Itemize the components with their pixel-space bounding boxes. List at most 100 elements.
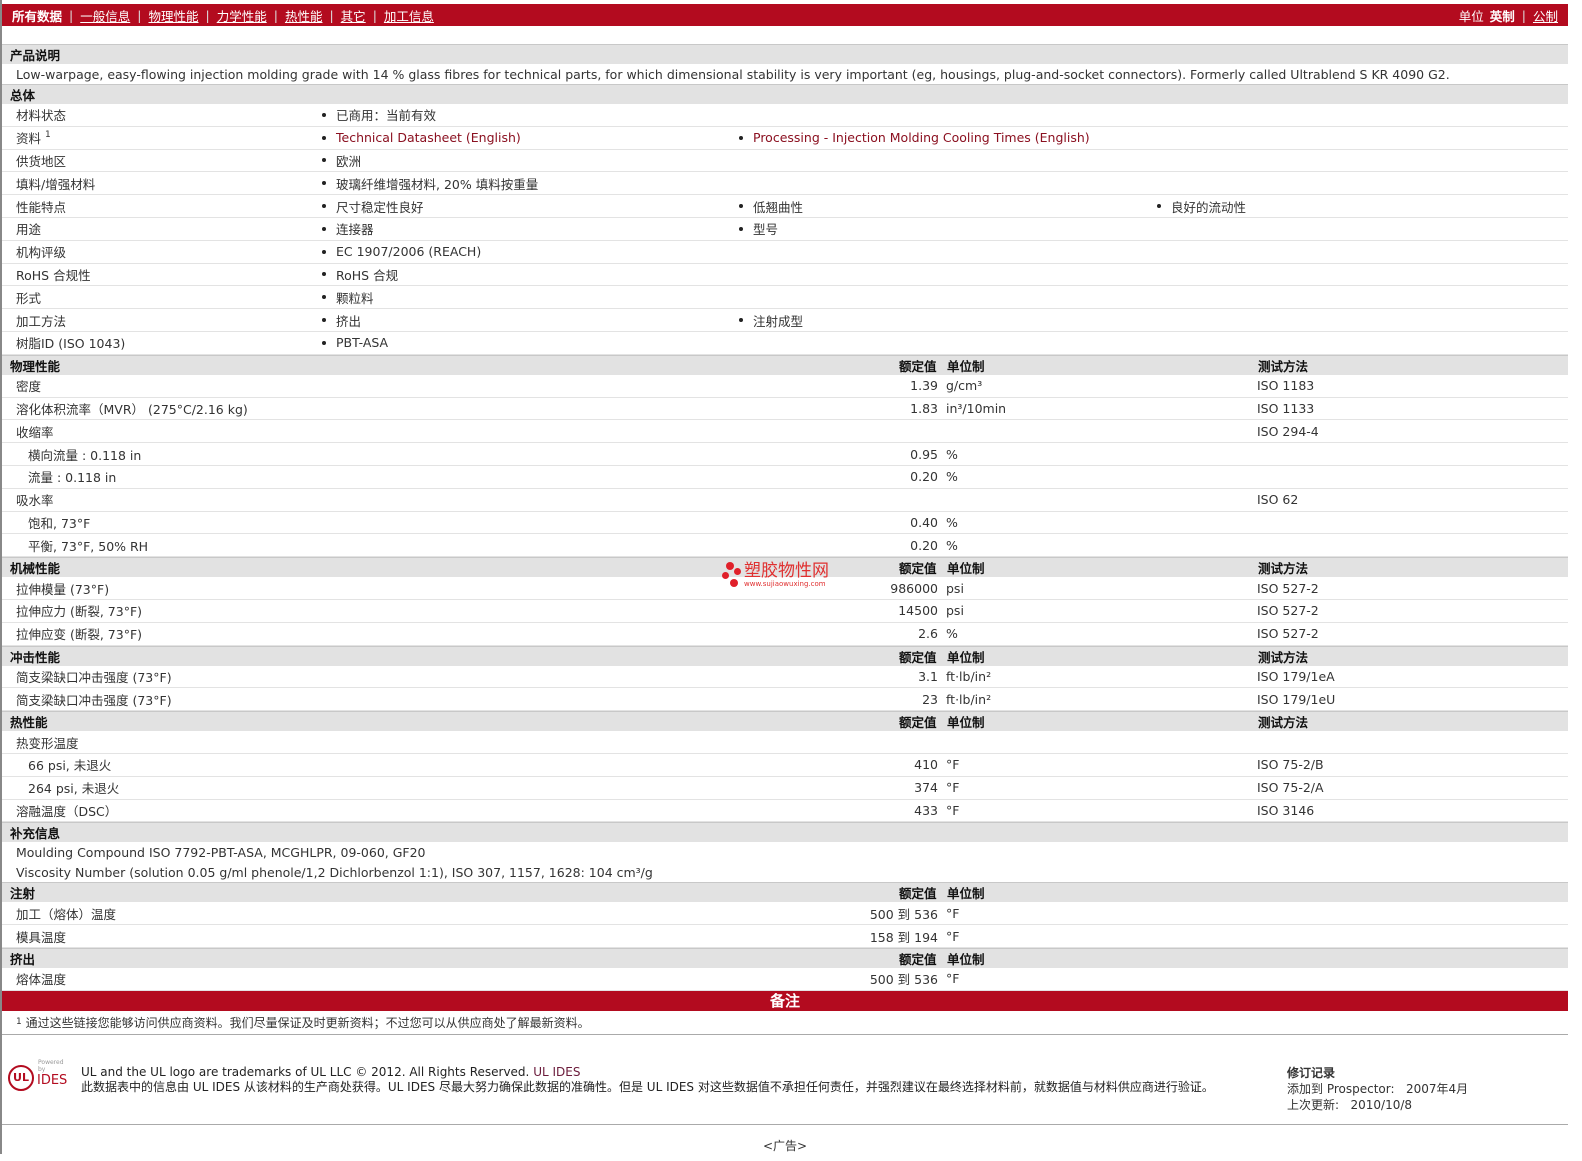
column-header: 额定值 xyxy=(899,358,937,374)
property-label: 加工方法 xyxy=(16,311,66,330)
property-unit: ft·lb/in² xyxy=(946,668,992,684)
datasheet: 所有数据 | 一般信息 | 物理性能 | 力学性能 | 热性能 | 其它 | 加工信息 单位 英制 | 公制 产… xyxy=(0,0,1568,1154)
section-header: 机械性能 额定值 单位制 测试方法 xyxy=(2,557,1568,578)
column-header: 测试方法 xyxy=(1258,561,1309,577)
test-method: ISO 62 xyxy=(1257,492,1299,508)
label-text: 树脂ID (ISO 1043) xyxy=(16,336,126,352)
section-title: 产品说明 xyxy=(10,48,61,63)
property-unit: % xyxy=(946,446,958,462)
property-unit: psi xyxy=(946,580,964,596)
property-label: RoHS 合规性 xyxy=(16,265,91,284)
property-row: 吸水率 ISO 62 xyxy=(2,489,1568,512)
section-header: 冲击性能 额定值 单位制 测试方法 xyxy=(2,645,1568,666)
column-header: 测试方法 xyxy=(1258,715,1309,731)
property-row: 横向流量 : 0.118 in 0.95% xyxy=(2,443,1568,466)
column-header: 额定值 xyxy=(899,649,937,665)
column-header: 额定值 xyxy=(899,886,937,902)
datasheet-link[interactable]: Technical Datasheet (English) xyxy=(322,130,521,145)
property-label: 供货地区 xyxy=(16,151,66,170)
column-header: 单位制 xyxy=(947,358,985,374)
property-row: 264 psi, 未退火 374 °F ISO 75-2/A xyxy=(2,777,1568,800)
section-title: 注射 xyxy=(10,886,36,902)
property-label: 形式 xyxy=(16,288,41,307)
property-label: 树脂ID (ISO 1043) xyxy=(16,333,125,352)
property-row: 供货地区 欧洲 xyxy=(2,150,1568,173)
section-header: 总体 xyxy=(2,84,1568,104)
section-title: 总体 xyxy=(10,88,36,103)
bullet-value: 型号 xyxy=(739,219,778,238)
section-header: 注射 额定值 单位制 xyxy=(2,882,1568,903)
section-header: 物理性能 额定值 单位制 测试方法 xyxy=(2,354,1568,375)
text-row: Moulding Compound ISO 7792-PBT-ASA, MCGH… xyxy=(2,842,1568,862)
tab-5[interactable]: 其它 xyxy=(341,6,366,25)
property-row: 材料状态 已商用：当前有效 xyxy=(2,104,1568,127)
section-title: 补充信息 xyxy=(10,826,61,842)
datasheet-link[interactable]: Processing - Injection Molding Cooling T… xyxy=(739,130,1090,145)
column-header: 测试方法 xyxy=(1258,649,1309,665)
bullet-value: 低翘曲性 xyxy=(739,197,803,216)
footer: UL IDES Powered by UL and the UL logo are … xyxy=(2,1055,1568,1125)
property-row: 性能特点 尺寸稳定性良好 低翘曲性 良好的流动性 xyxy=(2,195,1568,218)
bullet-value: 良好的流动性 xyxy=(1157,197,1246,216)
description-text: Low-warpage, easy-flowing injection mold… xyxy=(16,66,1450,82)
property-label: 平衡, 73°F, 50% RH xyxy=(28,538,149,554)
property-row: 拉伸模量 (73°F) 986000 psi ISO 527-2 xyxy=(2,577,1568,600)
property-unit: % xyxy=(946,514,958,530)
tab-3[interactable]: 力学性能 xyxy=(217,6,267,25)
nav-separator: | xyxy=(372,7,377,23)
property-value: 433 xyxy=(914,802,938,818)
property-label: 拉伸应力 (断裂, 73°F) xyxy=(16,604,143,620)
property-unit: °F xyxy=(946,928,960,944)
unit-imperial[interactable]: 英制 xyxy=(1490,6,1515,25)
property-label: 简支梁缺口冲击强度 (73°F) xyxy=(16,669,172,685)
property-value: 23 xyxy=(922,691,938,707)
property-value: 158 到 194 xyxy=(869,929,938,945)
property-label: 溶化体积流率（MVR） (275°C/2.16 kg) xyxy=(16,401,248,417)
column-header: 额定值 xyxy=(899,715,937,731)
nav-bar: 所有数据 | 一般信息 | 物理性能 | 力学性能 | 热性能 | 其它 | 加工信息 单位 英制 | 公制 xyxy=(2,4,1568,26)
test-method: ISO 294-4 xyxy=(1257,423,1319,439)
property-unit: °F xyxy=(946,905,960,921)
property-value: 14500 xyxy=(898,603,938,619)
property-label: 材料状态 xyxy=(16,105,66,124)
section-header: 补充信息 xyxy=(2,822,1568,843)
tab-4[interactable]: 热性能 xyxy=(285,6,323,25)
added-value: 2007年4月 xyxy=(1405,1081,1469,1096)
ul-ides-logo: UL IDES Powered by xyxy=(8,1059,67,1091)
label-text: 供货地区 xyxy=(16,153,67,169)
property-value: 986000 xyxy=(890,580,938,596)
property-unit: % xyxy=(946,537,958,553)
property-label: 66 psi, 未退火 xyxy=(28,758,112,774)
property-row: 热变形温度 xyxy=(2,731,1568,754)
bullet-value: 颗粒料 xyxy=(322,288,374,307)
property-row: 加工方法 挤出 注射成型 xyxy=(2,309,1568,332)
property-row: 模具温度 158 到 194 °F xyxy=(2,925,1568,948)
property-value: 0.95 xyxy=(910,446,938,462)
property-unit: °F xyxy=(946,757,960,773)
property-value: 500 到 536 xyxy=(869,906,938,922)
note-text: 通过这些链接您能够访问供应商资料。我们尽量保证及时更新资料；不过您可以从供应商处… xyxy=(25,1015,590,1030)
ul-ides-link[interactable]: UL IDES xyxy=(533,1065,580,1079)
test-method: ISO 3146 xyxy=(1257,802,1315,818)
column-header: 单位制 xyxy=(947,886,985,902)
unit-metric[interactable]: 公制 xyxy=(1533,6,1558,25)
bullet-value: 欧洲 xyxy=(322,151,361,170)
property-row: 树脂ID (ISO 1043) PBT-ASA xyxy=(2,332,1568,355)
property-value: 410 xyxy=(914,757,938,773)
nav-separator: | xyxy=(1521,7,1526,23)
property-unit: °F xyxy=(946,780,960,796)
property-value: 500 到 536 xyxy=(869,972,938,988)
property-row: 66 psi, 未退火 410 °F ISO 75-2/B xyxy=(2,754,1568,777)
tab-0[interactable]: 所有数据 xyxy=(12,6,62,25)
tab-1[interactable]: 一般信息 xyxy=(80,6,130,25)
property-unit: ft·lb/in² xyxy=(946,691,992,707)
test-method: ISO 75-2/A xyxy=(1257,780,1324,796)
tab-6[interactable]: 加工信息 xyxy=(384,6,434,25)
bullet-value: EC 1907/2006 (REACH) xyxy=(322,244,481,259)
property-unit: °F xyxy=(946,802,960,818)
tab-2[interactable]: 物理性能 xyxy=(148,6,198,25)
property-label: 熔体温度 xyxy=(16,972,67,988)
column-header: 额定值 xyxy=(899,951,937,967)
property-value: 0.20 xyxy=(910,469,938,485)
property-label: 加工（熔体）温度 xyxy=(16,906,117,922)
